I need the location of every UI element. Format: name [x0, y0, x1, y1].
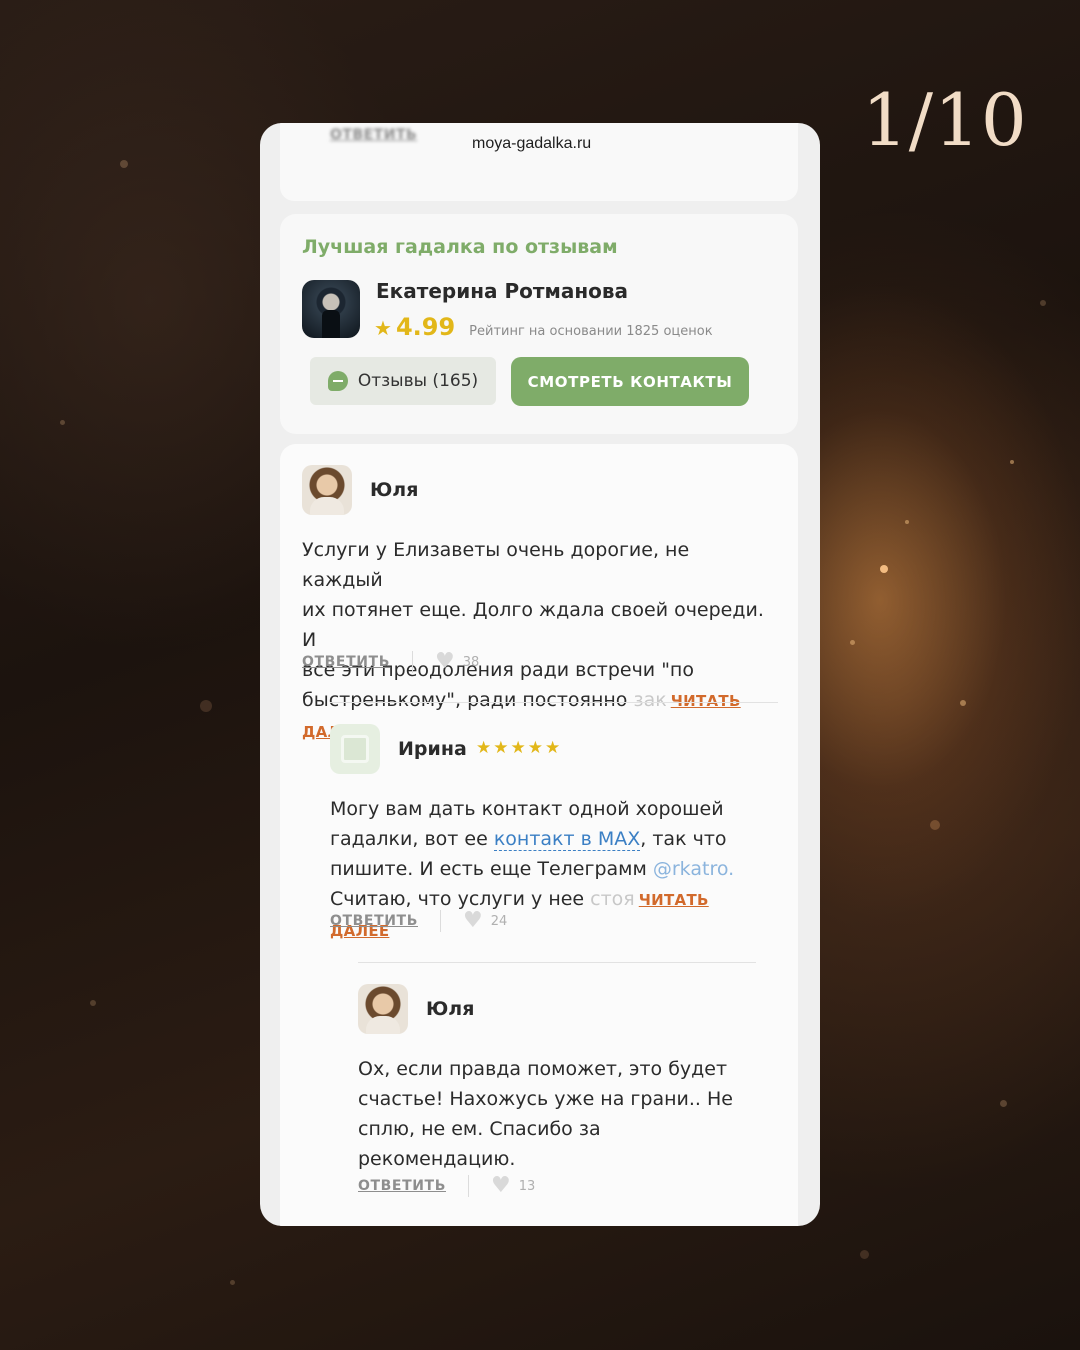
- anonymous-avatar[interactable]: [330, 724, 380, 774]
- reviews-button-label: Отзывы (165): [357, 371, 479, 391]
- best-card-title: Лучшая гадалка по отзывам: [302, 236, 618, 258]
- heart-icon[interactable]: ♥: [491, 1175, 511, 1197]
- max-contact-link[interactable]: контакт в MAX: [493, 828, 641, 851]
- fortune-teller-name[interactable]: Екатерина Ротманова: [376, 279, 628, 303]
- reply-link[interactable]: ОТВЕТИТЬ: [330, 913, 418, 929]
- slide-counter: 1/10: [862, 78, 1028, 162]
- telegram-handle-link[interactable]: @rkatro.: [653, 858, 734, 880]
- comment-actions: ОТВЕТИТЬ ♥ 38: [302, 651, 479, 673]
- reviews-button[interactable]: Отзывы (165): [310, 357, 496, 405]
- view-contacts-button[interactable]: СМОТРЕТЬ КОНТАКТЫ: [511, 357, 749, 406]
- comment: Ирина ★★★★★ Могу вам дать контакт одной …: [330, 724, 780, 944]
- comment: Юля Ох, если правда поможет, это будет с…: [358, 984, 778, 1214]
- comment-actions: ОТВЕТИТЬ ♥ 24: [330, 910, 507, 932]
- divider: [358, 962, 756, 963]
- chat-bubble-icon: [327, 371, 348, 391]
- reply-link[interactable]: ОТВЕТИТЬ: [358, 1178, 446, 1194]
- divider: [330, 702, 778, 703]
- heart-icon[interactable]: ♥: [435, 651, 455, 673]
- like-count: 24: [490, 913, 508, 929]
- rating-stars-icon: ★★★★★: [476, 738, 563, 758]
- fortune-teller-avatar[interactable]: [302, 280, 360, 338]
- comment-author[interactable]: Юля: [426, 998, 474, 1020]
- reply-link[interactable]: ОТВЕТИТЬ: [302, 654, 390, 670]
- divider: [439, 910, 441, 932]
- placeholder-avatar-icon: [341, 735, 369, 763]
- rating-row: ★ 4.99 Рейтинг на основании 1825 оценок: [374, 313, 713, 341]
- rating-note: Рейтинг на основании 1825 оценок: [469, 324, 713, 339]
- comment-author[interactable]: Ирина: [398, 738, 467, 760]
- phone-screenshot: ОТВЕТИТЬ moya-gadalka.ru Лучшая гадалка …: [260, 123, 820, 1226]
- url-bar[interactable]: moya-gadalka.ru: [472, 135, 591, 153]
- heart-icon[interactable]: ♥: [463, 910, 483, 932]
- previous-reply-link[interactable]: ОТВЕТИТЬ: [330, 127, 417, 143]
- avatar[interactable]: [358, 984, 408, 1034]
- comment-text: Услуги у Елизаветы очень дорогие, не каж…: [302, 535, 772, 747]
- avatar[interactable]: [302, 465, 352, 515]
- like-count: 13: [518, 1178, 536, 1194]
- star-icon: ★: [374, 316, 392, 340]
- comment-actions: ОТВЕТИТЬ ♥ 13: [358, 1175, 535, 1197]
- divider: [411, 651, 413, 673]
- like-count: 38: [462, 654, 480, 670]
- rating-value: 4.99: [395, 313, 456, 341]
- comment-text: Ох, если правда поможет, это будет счаст…: [358, 1058, 733, 1170]
- comment-author[interactable]: Юля: [370, 479, 418, 501]
- divider: [467, 1175, 469, 1197]
- comments-card: Юля Услуги у Елизаветы очень дорогие, не…: [280, 444, 798, 1226]
- comment: Юля Услуги у Елизаветы очень дорогие, не…: [302, 465, 782, 741]
